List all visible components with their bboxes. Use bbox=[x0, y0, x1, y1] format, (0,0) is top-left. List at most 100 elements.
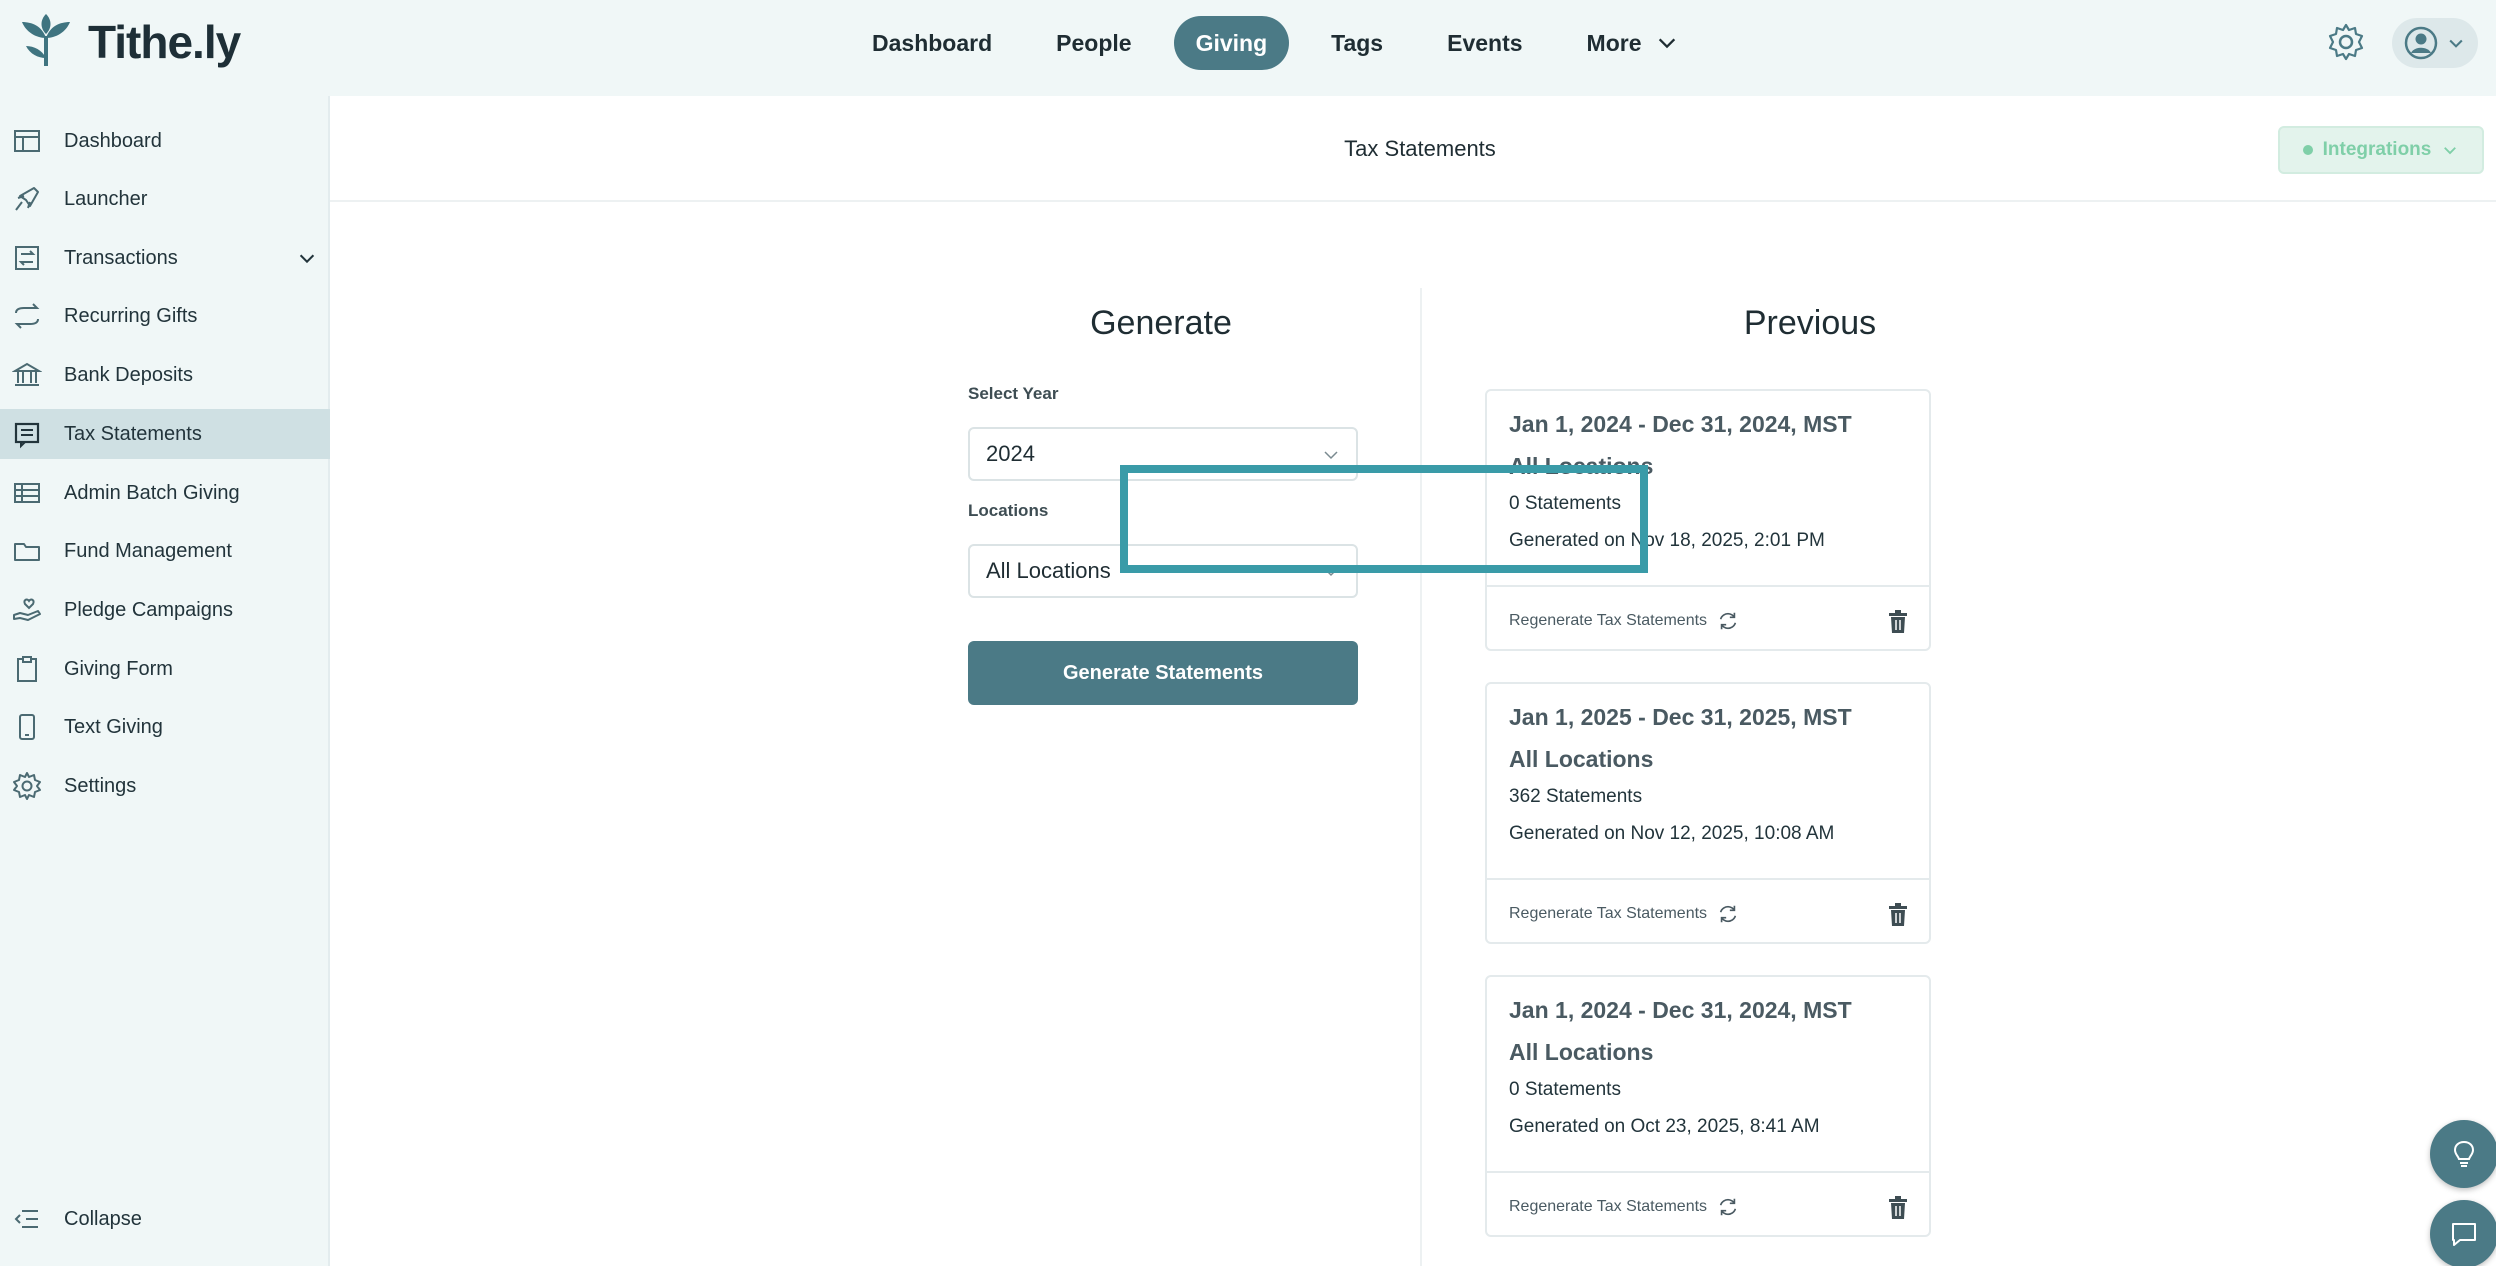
trash-icon[interactable] bbox=[1887, 610, 1909, 634]
nav-label: People bbox=[1056, 30, 1132, 56]
sidebar-item-giving-form[interactable]: Giving Form bbox=[0, 644, 330, 694]
folder-icon bbox=[12, 536, 42, 566]
nav-giving[interactable]: Giving bbox=[1173, 16, 1290, 70]
top-bar: Tithe.ly Dashboard People Giving Tags Ev… bbox=[0, 0, 2496, 96]
clipboard-icon bbox=[12, 654, 42, 684]
sidebar-item-settings[interactable]: Settings bbox=[0, 761, 330, 811]
integrations-button[interactable]: Integrations bbox=[2278, 126, 2484, 174]
regenerate-button[interactable]: Regenerate Tax Statements bbox=[1509, 610, 1739, 632]
pledge-icon bbox=[12, 595, 42, 625]
statement-card: Jan 1, 2024 - Dec 31, 2024, MST All Loca… bbox=[1485, 975, 1931, 1237]
trash-icon[interactable] bbox=[1887, 903, 1909, 927]
card-statement-count: 362 Statements bbox=[1509, 786, 1643, 807]
sidebar-item-label: Tax Statements bbox=[64, 422, 202, 445]
collapse-label: Collapse bbox=[64, 1207, 142, 1230]
sidebar-item-label: Dashboard bbox=[64, 129, 162, 152]
sidebar-item-label: Transactions bbox=[64, 246, 178, 269]
status-dot-icon bbox=[2302, 145, 2313, 155]
card-divider bbox=[1487, 585, 1929, 587]
select-year-label: Select Year bbox=[968, 384, 1059, 403]
chat-button[interactable] bbox=[2430, 1200, 2496, 1266]
regenerate-label: Regenerate Tax Statements bbox=[1509, 612, 1708, 629]
card-generated-date: Generated on Nov 12, 2025, 10:08 AM bbox=[1509, 823, 1835, 844]
sidebar-item-label: Pledge Campaigns bbox=[64, 598, 233, 621]
chevron-down-icon bbox=[2444, 147, 2457, 155]
sidebar-item-bank-deposits[interactable]: Bank Deposits bbox=[0, 350, 330, 400]
generate-title: Generate bbox=[1090, 304, 1232, 342]
column-divider bbox=[1420, 288, 1422, 1266]
page-title: Tax Statements bbox=[1344, 136, 1496, 161]
transactions-icon bbox=[12, 243, 42, 273]
user-menu-button[interactable] bbox=[2392, 18, 2478, 68]
sidebar-item-label: Giving Form bbox=[64, 657, 173, 680]
sidebar-item-label: Admin Batch Giving bbox=[64, 481, 240, 504]
tips-button[interactable] bbox=[2430, 1120, 2496, 1188]
sidebar-item-admin-batch-giving[interactable]: Admin Batch Giving bbox=[0, 468, 330, 518]
chat-icon bbox=[2452, 1223, 2476, 1246]
main-content: Tax Statements Integrations Generate Sel… bbox=[330, 96, 2496, 1266]
nav-label: Tags bbox=[1331, 30, 1384, 56]
nav-label: More bbox=[1586, 30, 1642, 56]
card-date-range: Jan 1, 2024 - Dec 31, 2024, MST bbox=[1509, 997, 1852, 1023]
card-date-range: Jan 1, 2025 - Dec 31, 2025, MST bbox=[1509, 704, 1852, 730]
integrations-label: Integrations bbox=[2322, 139, 2432, 160]
regenerate-label: Regenerate Tax Statements bbox=[1509, 1198, 1708, 1215]
sidebar-item-label: Recurring Gifts bbox=[64, 304, 198, 327]
dashboard-icon bbox=[12, 126, 42, 156]
sidebar-item-label: Text Giving bbox=[64, 715, 163, 738]
regenerate-button[interactable]: Regenerate Tax Statements bbox=[1509, 1196, 1739, 1218]
nav-label: Dashboard bbox=[872, 30, 993, 56]
sidebar-item-fund-management[interactable]: Fund Management bbox=[0, 526, 330, 576]
regenerate-button[interactable]: Regenerate Tax Statements bbox=[1509, 903, 1739, 925]
nav-label: Events bbox=[1447, 30, 1523, 56]
sidebar-item-transactions[interactable]: Transactions bbox=[0, 233, 330, 283]
batch-icon bbox=[12, 478, 42, 508]
card-location: All Locations bbox=[1509, 1039, 1654, 1065]
trash-icon[interactable] bbox=[1887, 1196, 1909, 1220]
top-nav: Dashboard People Giving Tags Events More bbox=[840, 16, 1710, 70]
year-select-value: 2024 bbox=[986, 441, 1035, 466]
sidebar-collapse-button[interactable]: Collapse bbox=[0, 1194, 330, 1244]
nav-dashboard[interactable]: Dashboard bbox=[850, 16, 1014, 70]
nav-label: Giving bbox=[1195, 30, 1268, 56]
chevron-down-icon bbox=[1324, 451, 1338, 460]
card-divider bbox=[1487, 1171, 1929, 1173]
card-statement-count: 0 Statements bbox=[1509, 1079, 1621, 1100]
user-avatar-icon bbox=[2404, 26, 2438, 60]
plane-icon bbox=[12, 184, 42, 214]
chevron-down-icon bbox=[2449, 39, 2463, 48]
nav-events[interactable]: Events bbox=[1425, 16, 1544, 70]
sidebar-item-dashboard[interactable]: Dashboard bbox=[0, 116, 330, 166]
chevron-down-icon[interactable] bbox=[296, 247, 318, 269]
statement-icon bbox=[12, 419, 42, 449]
gear-icon bbox=[12, 771, 42, 801]
nav-more[interactable]: More bbox=[1565, 16, 1700, 70]
locations-select-value: All Locations bbox=[986, 558, 1111, 583]
logo[interactable]: Tithe.ly bbox=[18, 14, 241, 70]
app-name: Tithe.ly bbox=[88, 16, 241, 68]
card-generated-date: Generated on Oct 23, 2025, 8:41 AM bbox=[1509, 1116, 1820, 1137]
nav-tags[interactable]: Tags bbox=[1309, 16, 1405, 70]
card-date-range: Jan 1, 2024 - Dec 31, 2024, MST bbox=[1509, 411, 1852, 437]
sidebar-item-label: Settings bbox=[64, 774, 137, 797]
sidebar-item-tax-statements[interactable]: Tax Statements bbox=[0, 409, 330, 459]
previous-title: Previous bbox=[1743, 304, 1877, 342]
generate-statements-button[interactable]: Generate Statements bbox=[968, 641, 1358, 705]
locations-label: Locations bbox=[968, 501, 1049, 520]
sidebar-item-recurring-gifts[interactable]: Recurring Gifts bbox=[0, 291, 330, 341]
sidebar-item-label: Launcher bbox=[64, 187, 148, 210]
refresh-icon bbox=[1719, 905, 1737, 923]
app-root: Tithe.ly Dashboard People Giving Tags Ev… bbox=[0, 0, 2496, 1266]
sidebar-item-label: Fund Management bbox=[64, 539, 232, 562]
sidebar-item-launcher[interactable]: Launcher bbox=[0, 174, 330, 224]
refresh-icon bbox=[1719, 1198, 1737, 1216]
highlight-box bbox=[1120, 465, 1648, 573]
statement-card: Jan 1, 2025 - Dec 31, 2025, MST All Loca… bbox=[1485, 682, 1931, 944]
sidebar-item-pledge-campaigns[interactable]: Pledge Campaigns bbox=[0, 585, 330, 635]
gear-icon[interactable] bbox=[2326, 22, 2366, 62]
regenerate-label: Regenerate Tax Statements bbox=[1509, 905, 1708, 922]
nav-people[interactable]: People bbox=[1034, 16, 1153, 70]
sidebar-item-text-giving[interactable]: Text Giving bbox=[0, 702, 330, 752]
recurring-icon bbox=[12, 301, 42, 331]
bank-icon bbox=[12, 360, 42, 390]
